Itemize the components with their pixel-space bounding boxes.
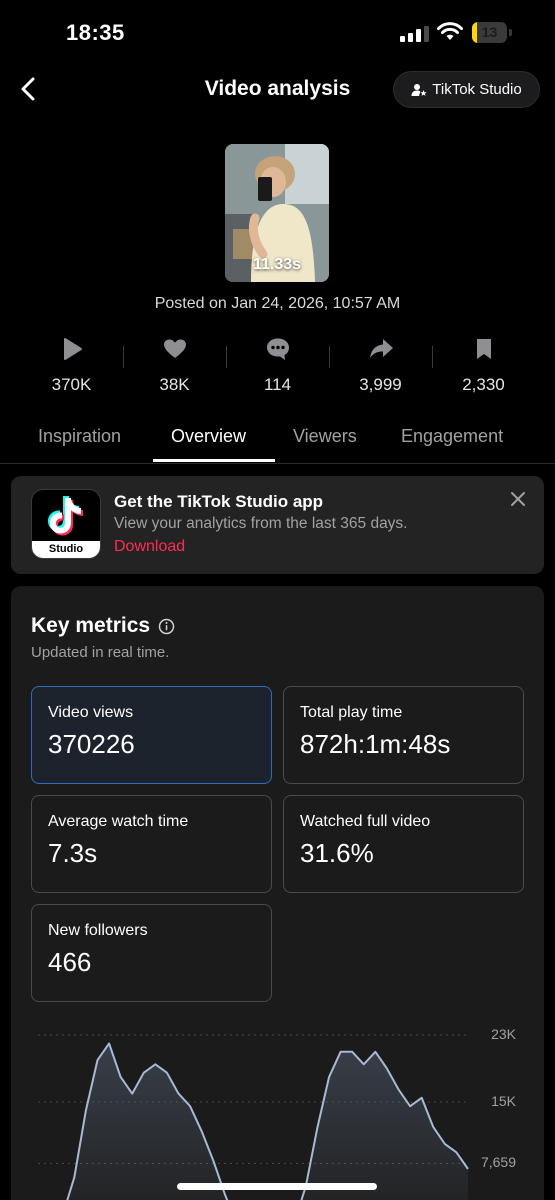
- tiktok-logo-icon: [48, 496, 83, 536]
- status-time: 18:35: [66, 20, 125, 45]
- y-tick-label: 7,659: [480, 1154, 516, 1171]
- stat-value: 3,999: [359, 375, 402, 394]
- metric-value: 872h:1m:48s: [300, 729, 451, 759]
- stat-saves: 2,330: [432, 336, 535, 400]
- views-chart: 23K 15K 7,659: [28, 1020, 528, 1200]
- studio-promo-card: Studio Get the TikTok Studio app View yo…: [11, 476, 544, 574]
- share-icon: [369, 339, 393, 358]
- tiktok-studio-logo[interactable]: Studio: [31, 489, 101, 559]
- tab-inspiration[interactable]: Inspiration: [38, 426, 121, 447]
- metric-card-total-play-time[interactable]: Total play time 872h:1m:48s: [283, 686, 524, 784]
- metric-value: 466: [48, 947, 92, 977]
- metric-label: Video views: [48, 704, 134, 721]
- tab-engagement[interactable]: Engagement: [401, 426, 503, 447]
- battery-icon: 13: [472, 22, 512, 43]
- studio-logo-label: Studio: [32, 541, 100, 558]
- tab-viewers[interactable]: Viewers: [293, 426, 357, 447]
- close-icon[interactable]: [509, 490, 527, 508]
- y-tick-label: 15K: [491, 1093, 516, 1109]
- views-chart-plot: [28, 1034, 469, 1200]
- metric-card-average-watch-time[interactable]: Average watch time 7.3s: [31, 795, 272, 893]
- promo-subtitle: View your analytics from the last 365 da…: [114, 515, 408, 532]
- status-bar: 18:35 13: [0, 0, 555, 66]
- comment-icon: [266, 338, 289, 360]
- stat-plays: 370K: [20, 336, 123, 400]
- views-series-area: [28, 1043, 468, 1200]
- metric-label: New followers: [48, 922, 148, 939]
- stat-comments: 114: [226, 336, 329, 400]
- key-metrics-heading: Key metrics: [31, 614, 175, 638]
- stat-likes: 38K: [123, 336, 226, 400]
- play-icon: [63, 338, 82, 360]
- home-indicator[interactable]: [177, 1183, 377, 1190]
- tiktok-studio-label: TikTok Studio: [432, 81, 522, 98]
- battery-level: 13: [481, 24, 498, 40]
- tab-bar: Inspiration Overview Viewers Engagement: [0, 418, 555, 464]
- metric-card-new-followers[interactable]: New followers 466: [31, 904, 272, 1002]
- stat-value: 114: [263, 375, 292, 394]
- key-metrics-subtitle: Updated in real time.: [31, 644, 170, 661]
- heart-icon: [163, 339, 186, 358]
- stat-value: 2,330: [462, 375, 505, 394]
- wifi-icon: [437, 22, 463, 40]
- tab-overview[interactable]: Overview: [171, 426, 246, 447]
- person-star-icon: [411, 83, 427, 96]
- metric-value: 31.6%: [300, 838, 374, 868]
- metric-label: Watched full video: [300, 813, 431, 830]
- metric-card-watched-full-video[interactable]: Watched full video 31.6%: [283, 795, 524, 893]
- cellular-signal-icon: [400, 26, 429, 42]
- key-metrics-title: Key metrics: [31, 614, 151, 637]
- video-stats-row: 370K 38K 114 3,999 2,330: [20, 336, 535, 400]
- y-tick-label: 23K: [491, 1026, 516, 1042]
- promo-title: Get the TikTok Studio app: [114, 492, 324, 511]
- video-thumbnail[interactable]: 11.33s: [225, 144, 329, 282]
- bookmark-icon: [476, 339, 491, 359]
- stat-shares: 3,999: [329, 336, 432, 400]
- metric-value: 7.3s: [48, 838, 98, 868]
- posted-date: Posted on Jan 24, 2026, 10:57 AM: [154, 295, 401, 312]
- info-icon[interactable]: [158, 618, 175, 635]
- metric-label: Average watch time: [48, 813, 189, 830]
- download-link[interactable]: Download: [114, 538, 185, 556]
- stat-value: 38K: [159, 375, 190, 394]
- metric-card-video-views[interactable]: Video views 370226: [31, 686, 272, 784]
- video-duration: 11.33s: [252, 256, 302, 273]
- tiktok-studio-button[interactable]: TikTok Studio: [393, 71, 540, 108]
- active-tab-indicator: [153, 459, 275, 462]
- metric-value: 370226: [48, 729, 135, 759]
- metric-label: Total play time: [300, 704, 403, 721]
- stat-value: 370K: [51, 375, 92, 394]
